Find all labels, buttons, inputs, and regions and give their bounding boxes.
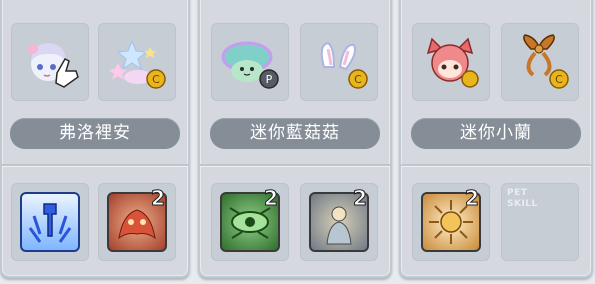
pet-panel-2: P C 迷你藍菇菇 2 2 <box>198 0 392 278</box>
panel-divider <box>2 164 188 167</box>
skill-slot-1-2[interactable]: 2 <box>98 183 176 261</box>
skill-slot-3-1[interactable]: 2 <box>412 183 490 261</box>
equip-slot-2[interactable]: C <box>300 23 378 101</box>
gold-ribbon-equip-icon: C <box>523 34 569 89</box>
pet-panel-3: C 迷你小蘭 2 PET SKILL <box>399 0 593 278</box>
equip-slot-1[interactable]: C <box>98 23 176 101</box>
skill-level-badge: 2 <box>264 186 279 210</box>
skill-level-badge: 2 <box>465 186 480 210</box>
bunny-ear-equip-icon: C <box>320 41 368 89</box>
red-fox-girl-pet-icon <box>426 37 479 88</box>
skill-slot-2-2[interactable]: 2 <box>300 183 378 261</box>
svg-text:C: C <box>354 73 362 86</box>
pet-name-3: 迷你小蘭 <box>411 118 581 149</box>
sparkle-star-equip-icon: C <box>109 39 166 89</box>
empty-skill-slot[interactable]: PET SKILL <box>501 183 579 261</box>
panel-divider <box>200 164 390 167</box>
pet-skill-placeholder-label: PET SKILL <box>507 188 538 209</box>
pet-panel-1: C 弗洛裡安 2 <box>0 0 190 278</box>
pet-name-2: 迷你藍菇菇 <box>210 118 380 149</box>
pet-slot-2[interactable]: P <box>211 23 289 101</box>
svg-text:C: C <box>152 73 160 86</box>
pet-name-1: 弗洛裡安 <box>10 118 180 149</box>
svg-text:P: P <box>266 73 273 86</box>
skill-level-badge: 2 <box>353 186 368 210</box>
pet-slot-1[interactable] <box>11 23 89 101</box>
pet-slot-3[interactable] <box>412 23 490 101</box>
skill-slot-2-1[interactable]: 2 <box>211 183 289 261</box>
skill-slot-1-1[interactable] <box>11 183 89 261</box>
blue-mushroom-pet-icon: P <box>221 41 279 89</box>
blue-sword-skill-icon <box>28 203 72 243</box>
panel-divider <box>401 164 591 167</box>
anime-girl-pet-icon <box>28 43 79 88</box>
equip-slot-3[interactable]: C <box>501 23 579 101</box>
skill-level-badge: 2 <box>151 186 166 210</box>
svg-text:C: C <box>555 73 563 86</box>
